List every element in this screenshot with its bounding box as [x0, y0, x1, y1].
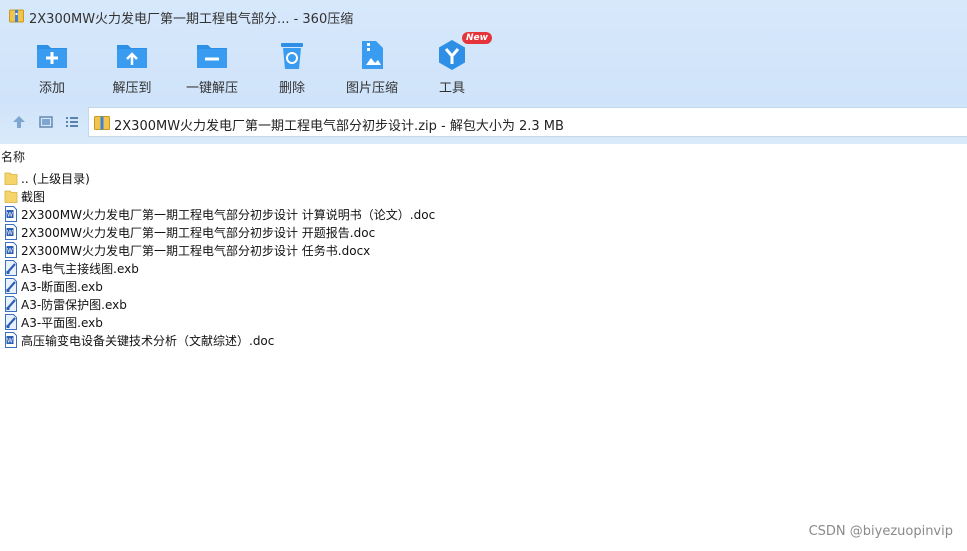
svg-text:W: W — [7, 212, 13, 219]
list-item[interactable]: W 2X300MW火力发电厂第一期工程电气部分初步设计 计算说明书（论文）.doc — [0, 205, 967, 223]
one-click-extract-label: 一键解压 — [185, 81, 238, 96]
list-item[interactable]: A3-电气主接线图.exb — [0, 259, 967, 277]
svg-text:W: W — [7, 338, 13, 345]
exb-file-icon — [4, 260, 18, 276]
up-arrow-icon[interactable] — [11, 114, 27, 130]
list-item-name: A3-平面图.exb — [21, 316, 103, 330]
add-folder-icon — [37, 45, 67, 68]
tools-label: 工具 — [438, 81, 465, 96]
extract-to-icon — [117, 45, 147, 68]
list-item[interactable]: .. (上级目录) — [0, 169, 967, 187]
archive-file-icon — [94, 116, 110, 130]
word-doc-icon: W — [4, 242, 18, 258]
toolbar: 添加 解压到 一键解压 删除 图片压缩 New 工具 — [0, 32, 967, 100]
image-compress-button[interactable]: 图片压缩 — [332, 34, 412, 98]
list-item-name: 截图 — [21, 190, 46, 204]
one-click-extract-icon — [197, 45, 227, 68]
archive-app-icon — [9, 9, 24, 23]
list-item-name: .. (上级目录) — [21, 172, 90, 186]
exb-file-icon — [4, 296, 18, 312]
window-title: 2X300MW火力发电厂第一期工程电气部分... - 360压缩 — [29, 12, 354, 27]
list-view-icon[interactable] — [64, 114, 80, 130]
list-item-name: 高压输变电设备关键技术分析（文献综述）.doc — [21, 334, 275, 348]
svg-text:W: W — [7, 248, 13, 255]
window-chrome: 2X300MW火力发电厂第一期工程电气部分... - 360压缩 添加 解压到 — [0, 0, 967, 144]
title-bar: 2X300MW火力发电厂第一期工程电气部分... - 360压缩 — [0, 0, 967, 32]
delete-button[interactable]: 删除 — [252, 34, 332, 98]
delete-label: 删除 — [278, 81, 305, 96]
list-item-name: 2X300MW火力发电厂第一期工程电气部分初步设计 计算说明书（论文）.doc — [21, 208, 436, 222]
word-doc-icon: W — [4, 332, 18, 348]
tools-button[interactable]: New 工具 — [412, 32, 492, 98]
column-header-name[interactable]: 名称 — [0, 147, 967, 165]
thumbnail-view-icon[interactable] — [38, 114, 54, 130]
trash-icon — [281, 43, 303, 69]
folder-icon — [4, 170, 18, 186]
list-item[interactable]: W 2X300MW火力发电厂第一期工程电气部分初步设计 开题报告.doc — [0, 223, 967, 241]
list-item[interactable]: 截图 — [0, 187, 967, 205]
new-badge: New — [462, 32, 492, 44]
list-item[interactable]: W 2X300MW火力发电厂第一期工程电气部分初步设计 任务书.docx — [0, 241, 967, 259]
list-item-name: 2X300MW火力发电厂第一期工程电气部分初步设计 任务书.docx — [21, 244, 371, 258]
list-item[interactable]: A3-断面图.exb — [0, 277, 967, 295]
column-header-label: 名称 — [1, 150, 26, 164]
address-bar[interactable]: 2X300MW火力发电厂第一期工程电气部分初步设计.zip - 解包大小为 2.… — [88, 107, 967, 137]
list-item-name: A3-断面图.exb — [21, 280, 103, 294]
exb-file-icon — [4, 278, 18, 294]
folder-icon — [4, 188, 18, 204]
extract-to-button[interactable]: 解压到 — [92, 34, 172, 98]
image-compress-icon — [362, 41, 383, 69]
svg-text:W: W — [7, 230, 13, 237]
one-click-extract-button[interactable]: 一键解压 — [172, 34, 252, 98]
list-item-name: A3-电气主接线图.exb — [21, 262, 139, 276]
list-item[interactable]: A3-平面图.exb — [0, 313, 967, 331]
list-item-name: 2X300MW火力发电厂第一期工程电气部分初步设计 开题报告.doc — [21, 226, 376, 240]
list-item-name: A3-防雷保护图.exb — [21, 298, 127, 312]
file-list: .. (上级目录) 截图 W 2X300MW火力发电厂第一期工程电气部分初步设计 计算… — [0, 169, 967, 349]
watermark: CSDN @biyezuopinvip — [808, 524, 953, 539]
word-doc-icon: W — [4, 206, 18, 222]
add-label: 添加 — [38, 81, 65, 96]
exb-file-icon — [4, 314, 18, 330]
address-path: 2X300MW火力发电厂第一期工程电气部分初步设计.zip - 解包大小为 2.… — [114, 119, 564, 134]
extract-to-label: 解压到 — [112, 81, 152, 96]
add-button[interactable]: 添加 — [12, 34, 92, 98]
address-row: 2X300MW火力发电厂第一期工程电气部分初步设计.zip - 解包大小为 2.… — [0, 106, 967, 138]
list-item[interactable]: W 高压输变电设备关键技术分析（文献综述）.doc — [0, 331, 967, 349]
word-doc-icon: W — [4, 224, 18, 240]
image-compress-label: 图片压缩 — [345, 81, 398, 96]
list-item[interactable]: A3-防雷保护图.exb — [0, 295, 967, 313]
